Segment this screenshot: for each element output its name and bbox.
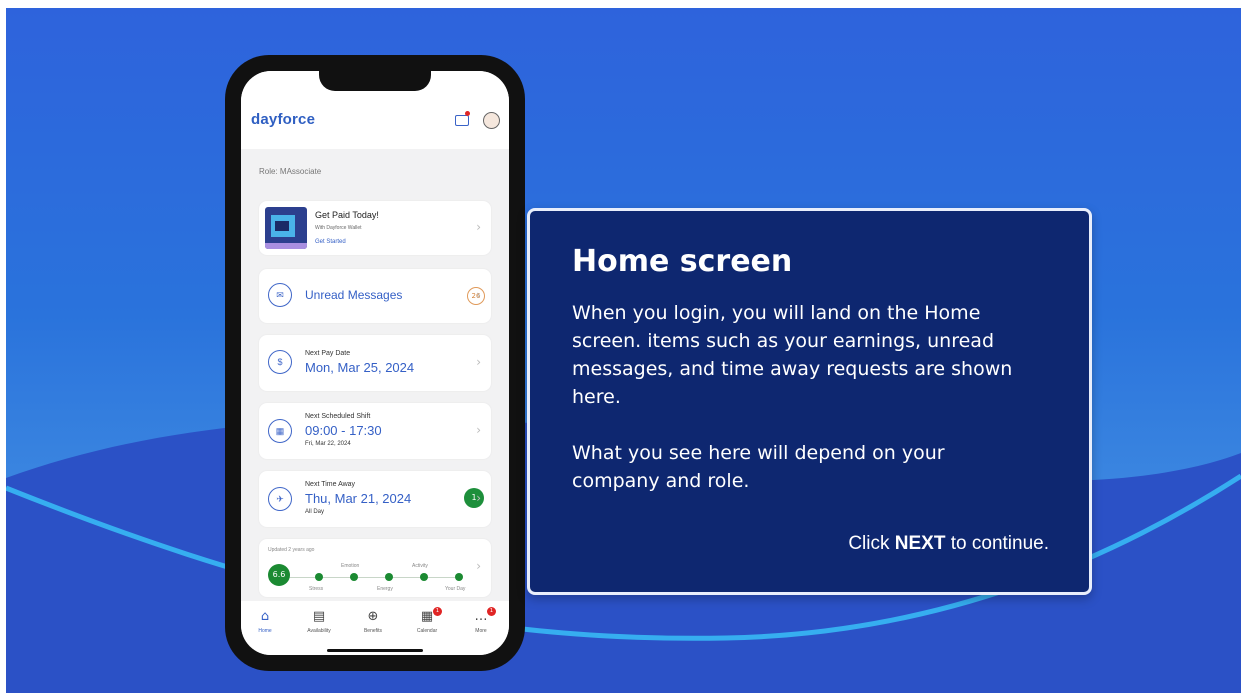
panel-body: When you login, you will land on the Hom… bbox=[572, 299, 1022, 523]
get-paid-title: Get Paid Today! bbox=[315, 210, 379, 220]
time-away-value: Thu, Mar 21, 2024 bbox=[305, 491, 412, 506]
availability-icon: ▤ bbox=[312, 609, 326, 624]
mail-icon[interactable] bbox=[455, 115, 469, 126]
activity-dot bbox=[420, 573, 428, 581]
emotion-label: Emotion bbox=[341, 563, 360, 569]
panel-paragraph-2: What you see here will depend on your co… bbox=[572, 442, 945, 492]
energy-dot bbox=[385, 573, 393, 581]
next-instruction: Click NEXT to continue. bbox=[848, 533, 1049, 554]
more-badge: 1 bbox=[487, 607, 496, 616]
notification-dot bbox=[465, 111, 470, 116]
next-shift-card[interactable]: ▦ Next Scheduled Shift 09:00 - 17:30 Fri… bbox=[259, 403, 491, 459]
dayforce-logo: dayforce bbox=[251, 111, 316, 128]
calendar-icon: ▦ bbox=[268, 419, 292, 443]
stress-label: Stress bbox=[309, 586, 324, 592]
next-shift-label: Next Scheduled Shift bbox=[305, 413, 371, 420]
time-away-sub: All Day bbox=[305, 509, 325, 515]
unread-messages-card[interactable]: ✉ Unread Messages 26 › bbox=[259, 269, 491, 323]
emotion-dot bbox=[350, 573, 358, 581]
chevron-right-icon: › bbox=[476, 559, 481, 573]
wellbeing-score: 6.6 bbox=[268, 564, 290, 586]
get-started-link[interactable]: Get Started bbox=[315, 239, 346, 245]
chevron-right-icon: › bbox=[476, 288, 481, 302]
pay-icon: $ bbox=[268, 350, 292, 374]
phone-screen: dayforce Role: MAssociate Get Paid Today… bbox=[241, 71, 509, 655]
activity-label: Activity bbox=[412, 563, 428, 569]
panel-paragraph-1: When you login, you will land on the Hom… bbox=[572, 302, 1013, 408]
get-paid-card[interactable]: Get Paid Today! With Dayforce Wallet Get… bbox=[259, 201, 491, 255]
next-keyword: NEXT bbox=[894, 533, 946, 554]
chevron-right-icon: › bbox=[476, 355, 481, 369]
panel-title: Home screen bbox=[572, 244, 793, 279]
chevron-right-icon: › bbox=[476, 491, 481, 505]
stress-dot bbox=[315, 573, 323, 581]
message-icon: ✉ bbox=[268, 283, 292, 307]
wellbeing-updated: Updated 2 years ago bbox=[268, 547, 315, 553]
bottom-tab-bar: ⌂ Home ▤ Availability ⊕ Benefits ▦ 1 Cal… bbox=[241, 601, 509, 655]
next-pay-value: Mon, Mar 25, 2024 bbox=[305, 360, 415, 375]
tab-availability[interactable]: ▤ Availability bbox=[299, 609, 339, 634]
phone-notch bbox=[319, 71, 431, 91]
chevron-right-icon: › bbox=[476, 423, 481, 437]
time-away-label: Next Time Away bbox=[305, 481, 356, 488]
next-time-away-card[interactable]: ✈ Next Time Away Thu, Mar 21, 2024 All D… bbox=[259, 471, 491, 527]
info-panel: Home screen When you login, you will lan… bbox=[527, 208, 1092, 595]
airplane-icon: ✈ bbox=[268, 487, 292, 511]
your-day-label: Your Day bbox=[445, 586, 466, 592]
benefits-icon: ⊕ bbox=[367, 609, 379, 624]
next-pay-label: Next Pay Date bbox=[305, 350, 351, 357]
tab-benefits[interactable]: ⊕ Benefits bbox=[353, 609, 393, 634]
time-away-count-badge: 1 bbox=[464, 488, 484, 508]
next-shift-date: Fri, Mar 22, 2024 bbox=[305, 441, 351, 447]
phone-mockup: dayforce Role: MAssociate Get Paid Today… bbox=[225, 55, 525, 671]
energy-label: Energy bbox=[377, 586, 393, 592]
next-pay-date-card[interactable]: $ Next Pay Date Mon, Mar 25, 2024 › bbox=[259, 335, 491, 391]
chevron-right-icon: › bbox=[476, 220, 481, 234]
slide-stage: dayforce Role: MAssociate Get Paid Today… bbox=[6, 8, 1241, 693]
wallet-thumbnail-icon bbox=[265, 207, 307, 249]
home-indicator bbox=[327, 649, 423, 652]
role-label: Role: MAssociate bbox=[259, 167, 322, 176]
wellbeing-card[interactable]: Updated 2 years ago 6.6 Emotion Activity… bbox=[259, 539, 491, 597]
tab-more[interactable]: … 1 More bbox=[461, 607, 501, 634]
avatar[interactable] bbox=[483, 112, 500, 129]
tab-home[interactable]: ⌂ Home bbox=[245, 609, 285, 634]
next-shift-value: 09:00 - 17:30 bbox=[305, 423, 382, 438]
unread-messages-label: Unread Messages bbox=[305, 288, 403, 302]
calendar-badge: 1 bbox=[433, 607, 442, 616]
get-paid-subtitle: With Dayforce Wallet bbox=[315, 225, 362, 231]
your-day-dot bbox=[455, 573, 463, 581]
tab-calendar[interactable]: ▦ 1 Calendar bbox=[407, 607, 447, 634]
home-icon: ⌂ bbox=[260, 609, 270, 624]
